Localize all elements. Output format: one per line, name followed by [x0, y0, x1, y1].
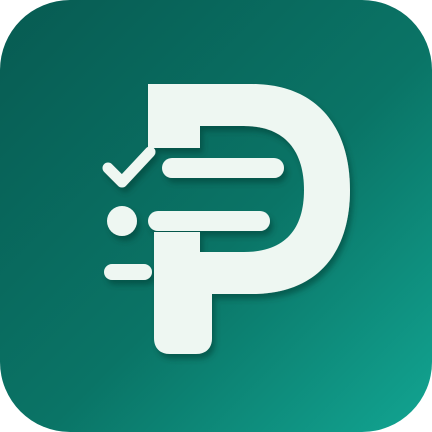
bullet-dot-icon [107, 206, 137, 236]
app-icon-canvas [0, 0, 432, 432]
list-line-2 [148, 211, 270, 231]
dash-line [104, 264, 152, 280]
app-icon [0, 0, 432, 432]
list-line-1 [162, 158, 284, 178]
